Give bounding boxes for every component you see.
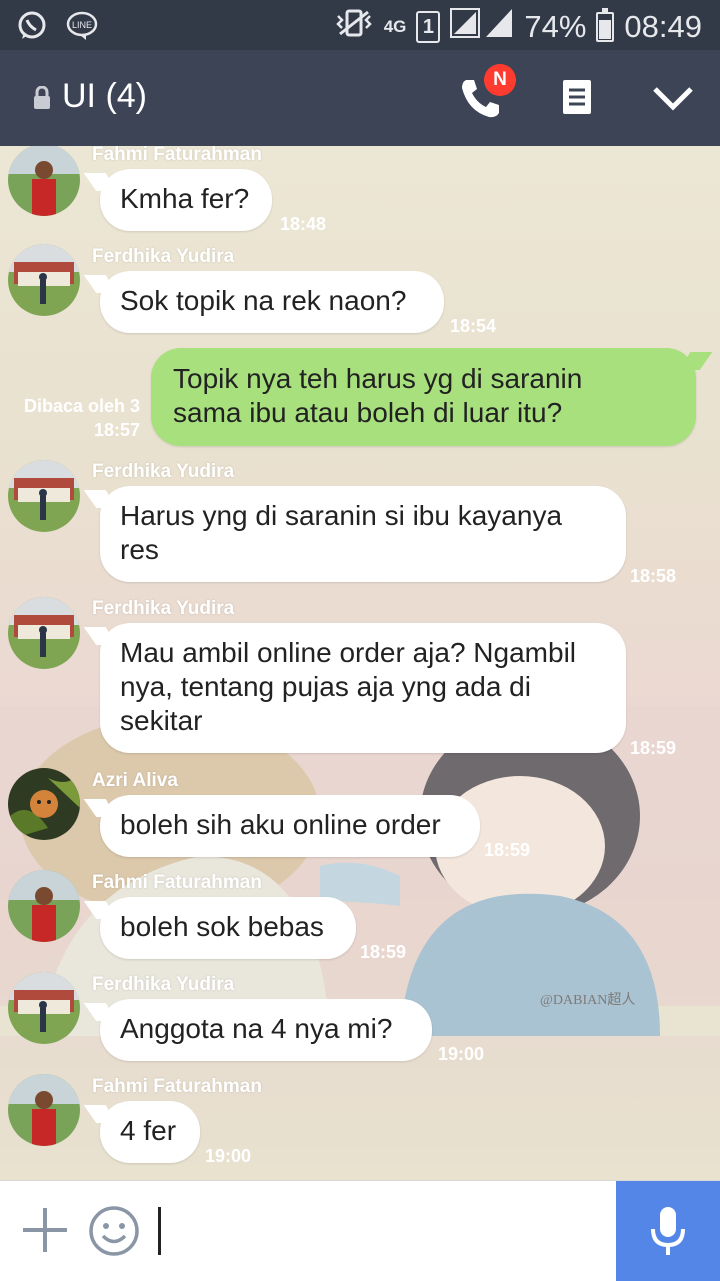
message-bubble[interactable]: Harus yng di saranin si ibu kayanya res xyxy=(100,486,626,582)
avatar-ferdhika[interactable] xyxy=(8,972,80,1044)
sender-name: Ferdhika Yudira xyxy=(92,598,235,619)
message-bubble[interactable]: Anggota na 4 nya mi? xyxy=(100,999,432,1061)
clock: 08:49 xyxy=(624,9,702,44)
sender-name: Ferdhika Yudira xyxy=(92,246,235,267)
chat-area[interactable]: @DABIAN超人 Fahmi Faturahman Kmha fer? 18:… xyxy=(0,146,720,1180)
sender-name: Fahmi Faturahman xyxy=(92,146,262,165)
avatar-fahmi[interactable] xyxy=(8,870,80,942)
signal-icon xyxy=(450,7,514,47)
avatar-ferdhika[interactable] xyxy=(8,460,80,532)
message-time: 19:00 xyxy=(438,1044,485,1064)
emoji-icon[interactable] xyxy=(88,1205,140,1262)
message-bubble[interactable]: boleh sok bebas xyxy=(100,897,356,959)
sender-name: Azri Aliva xyxy=(92,770,178,791)
message-time: 18:48 xyxy=(280,214,327,234)
message-bubble[interactable]: Kmha fer? xyxy=(100,169,272,231)
notification-badge: N xyxy=(484,64,516,96)
mic-icon xyxy=(648,1205,688,1262)
sim-indicator: 1 xyxy=(416,11,441,43)
avatar-ferdhika[interactable] xyxy=(8,597,80,669)
chevron-down-icon[interactable] xyxy=(652,84,694,119)
message-time: 18:58 xyxy=(630,566,677,586)
message-bubble[interactable]: 4 fer xyxy=(100,1101,200,1163)
vibrate-icon xyxy=(334,6,374,48)
line-icon: LINE xyxy=(64,8,100,49)
sender-name: Ferdhika Yudira xyxy=(92,461,235,482)
network-type: 4G xyxy=(383,17,407,36)
message-time: 18:54 xyxy=(450,316,497,336)
message-bubble[interactable]: boleh sih aku online order xyxy=(100,795,480,857)
whatsapp-icon xyxy=(14,8,50,49)
message-bubble[interactable]: Sok topik na rek naon? xyxy=(100,271,444,333)
message-time: 18:59 xyxy=(484,840,531,860)
plus-icon[interactable] xyxy=(20,1205,70,1260)
chat-header: UI (4) N xyxy=(0,50,720,146)
outgoing-message-bubble[interactable]: Topik nya teh harus yg di saranin sama i… xyxy=(151,348,696,446)
sender-name: Fahmi Faturahman xyxy=(92,1076,262,1097)
avatar-ferdhika[interactable] xyxy=(8,244,80,316)
avatar-fahmi[interactable] xyxy=(8,1074,80,1146)
note-icon[interactable] xyxy=(560,78,594,121)
message-bubble[interactable]: Mau ambil online order aja? Ngambil nya,… xyxy=(100,623,626,753)
message-input[interactable] xyxy=(158,1207,161,1255)
read-receipt: Dibaca oleh 3 18:57 xyxy=(23,396,140,440)
message-time: 18:59 xyxy=(360,942,407,962)
lock-icon xyxy=(32,85,52,115)
svg-text:LINE: LINE xyxy=(72,20,92,30)
sender-name: Fahmi Faturahman xyxy=(92,872,262,893)
message-time: 18:59 xyxy=(630,738,677,758)
message-time: 19:00 xyxy=(205,1146,252,1166)
voice-message-button[interactable] xyxy=(616,1181,720,1281)
avatar-fahmi[interactable] xyxy=(8,146,80,216)
watermark: @DABIAN超人 xyxy=(540,992,635,1008)
avatar-azri[interactable] xyxy=(8,768,80,840)
message-input-bar xyxy=(0,1180,720,1281)
chat-title[interactable]: UI (4) xyxy=(62,77,147,116)
battery-percent: 74% xyxy=(524,9,587,44)
battery-icon xyxy=(596,8,615,42)
status-bar: LINE 4G 1 74% 08:49 xyxy=(0,0,720,50)
sender-name: Ferdhika Yudira xyxy=(92,974,235,995)
